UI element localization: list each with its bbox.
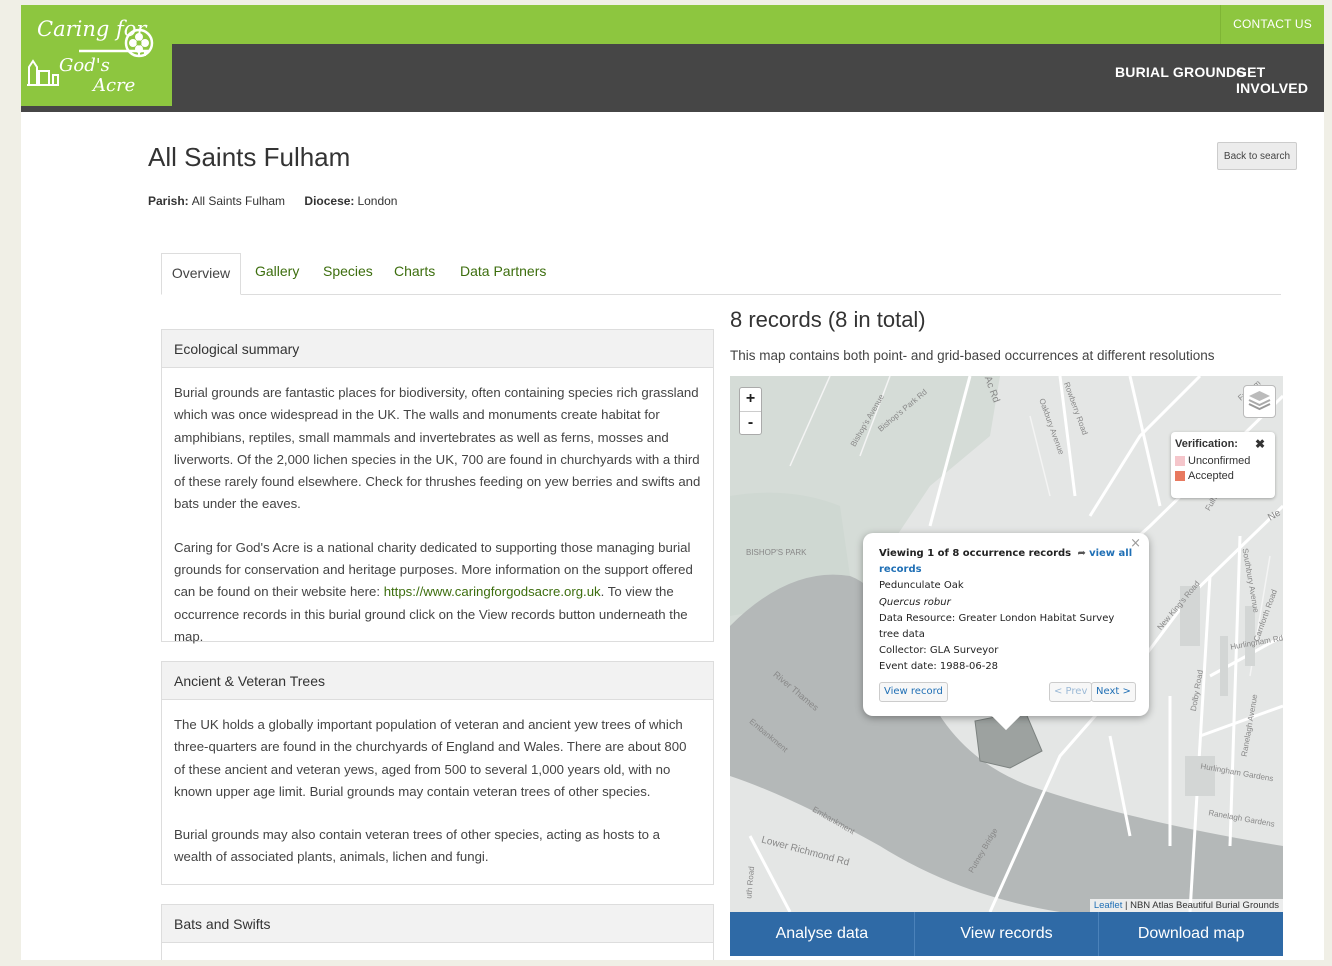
ecological-summary-panel: Ecological summary Burial grounds are fa… — [161, 329, 714, 644]
trees-text-1: The UK holds a globally important popula… — [174, 717, 687, 799]
view-records-button[interactable]: View records — [915, 912, 1100, 956]
legend-label-accepted: Accepted — [1188, 470, 1234, 482]
popup-data-resource: Data Resource: Greater London Habitat Su… — [879, 612, 1115, 641]
parish-value: All Saints Fulham — [191, 194, 286, 208]
layers-icon — [1248, 391, 1271, 411]
popup-viewing-line: Viewing 1 of 8 occurrence records ➦ view… — [879, 546, 1133, 578]
legend-item-accepted: Accepted — [1175, 470, 1275, 482]
attribution-text: | NBN Atlas Beautiful Burial Grounds — [1124, 900, 1279, 911]
leaflet-link[interactable]: Leaflet — [1094, 900, 1123, 911]
view-all-arrow-icon: ➦ — [1077, 548, 1086, 559]
zoom-in-button[interactable]: + — [740, 388, 761, 411]
charity-website-link[interactable]: https://www.caringforgodsacre.org.uk — [384, 584, 601, 599]
download-map-button[interactable]: Download map — [1099, 912, 1283, 956]
verification-legend: Verification: ✖ Unconfirmed Accepted — [1171, 432, 1275, 498]
popup-collector: Collector: GLA Surveyor — [879, 645, 999, 657]
map-label-park: BISHOP'S PARK — [746, 548, 807, 557]
popup-event-date: Event date: 1988-06-28 — [879, 661, 999, 673]
tab-species[interactable]: Species — [323, 263, 373, 279]
tab-overview[interactable]: Overview — [161, 253, 241, 295]
record-popup: × Viewing 1 of 8 occurrence records ➦ vi… — [863, 533, 1149, 731]
trees-text-2: Burial grounds may also contain veteran … — [174, 827, 661, 865]
tabs-divider — [161, 294, 1281, 295]
analyse-data-button[interactable]: Analyse data — [730, 912, 915, 956]
layers-button[interactable] — [1243, 385, 1276, 418]
logo-text-line2: God's — [59, 55, 110, 76]
contact-us-link[interactable]: CONTACT US — [1220, 5, 1324, 44]
bats-swifts-heading: Bats and Swifts — [162, 905, 713, 943]
diocese-value: London — [357, 194, 398, 208]
logo-text-line3: Acre — [93, 75, 136, 96]
page: CONTACT US BURIAL GROUNDS GET INVOLVED C… — [21, 5, 1324, 960]
tab-data-partners[interactable]: Data Partners — [460, 263, 546, 279]
parish-diocese-meta: Parish: All Saints Fulham Diocese: London — [148, 194, 397, 208]
page-title: All Saints Fulham — [148, 142, 351, 172]
legend-close-icon[interactable]: ✖ — [1255, 437, 1265, 451]
view-record-button[interactable]: View record — [879, 682, 948, 702]
prev-record-button[interactable]: < Prev — [1049, 682, 1093, 702]
charity-info-text: Caring for God's Acre is a national char… — [174, 537, 701, 648]
occurrence-map[interactable]: BISHOP'S PARK River Thames Lower Richmon… — [730, 376, 1283, 912]
ecological-summary-text: Burial grounds are fantastic places for … — [174, 385, 701, 512]
popup-common-name: Pedunculate Oak — [879, 580, 964, 592]
popup-close-icon[interactable]: × — [1130, 536, 1141, 552]
map-attribution: Leaflet | NBN Atlas Beautiful Burial Gro… — [1089, 899, 1283, 912]
legend-label-unconfirmed: Unconfirmed — [1188, 455, 1251, 467]
tab-charts[interactable]: Charts — [394, 263, 435, 279]
records-count-title: 8 records (8 in total) — [730, 307, 926, 332]
church-icon — [27, 59, 59, 86]
ecological-summary-heading: Ecological summary — [162, 330, 713, 368]
bats-swifts-panel: Bats and Swifts — [161, 904, 714, 960]
site-logo[interactable]: Caring for God's Acre — [21, 5, 172, 106]
legend-swatch-unconfirmed — [1175, 456, 1185, 466]
popup-scientific-name: Quercus robur — [879, 596, 951, 608]
parish-label: Parish: — [148, 194, 189, 208]
zoom-out-button[interactable]: - — [740, 411, 761, 434]
nav-get-involved[interactable]: GET INVOLVED — [1236, 64, 1324, 96]
records-map-subtitle: This map contains both point- and grid-b… — [730, 348, 1215, 363]
diocese-label: Diocese: — [304, 194, 355, 208]
ancient-veteran-trees-heading: Ancient & Veteran Trees — [162, 662, 713, 700]
legend-swatch-accepted — [1175, 471, 1185, 481]
popup-viewing-count: Viewing 1 of 8 occurrence records — [879, 548, 1072, 559]
zoom-control: + - — [739, 387, 762, 435]
ancient-veteran-trees-panel: Ancient & Veteran Trees The UK holds a g… — [161, 661, 714, 885]
back-to-search-button[interactable]: Back to search — [1217, 142, 1297, 170]
legend-item-unconfirmed: Unconfirmed — [1175, 455, 1275, 467]
top-bar: CONTACT US — [21, 5, 1324, 44]
tab-gallery[interactable]: Gallery — [255, 263, 299, 279]
map-action-bar: Analyse data View records Download map — [730, 912, 1283, 956]
nav-burial-grounds[interactable]: BURIAL GROUNDS — [1115, 64, 1246, 80]
next-record-button[interactable]: Next > — [1091, 682, 1136, 702]
